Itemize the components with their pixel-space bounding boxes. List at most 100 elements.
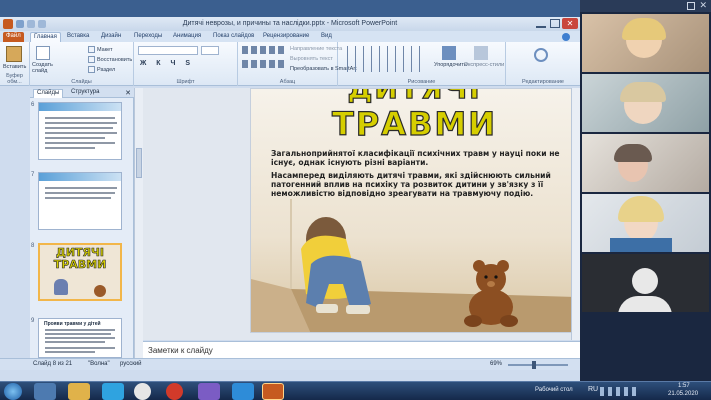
thumb-number: 6 <box>31 102 35 108</box>
participant-video-2[interactable] <box>582 74 709 132</box>
quick-styles-button[interactable]: Экспресс-стили <box>464 62 504 68</box>
slide-paragraph-2[interactable]: Насамперед виділяють дитячі травми, які … <box>271 171 571 198</box>
thumb-text-line <box>45 137 105 139</box>
participant-hair <box>622 18 666 40</box>
paste-button[interactable]: Вставить <box>3 64 26 70</box>
slide-thumbnail-9[interactable]: Прояви травми у дітей <box>38 318 122 358</box>
slide-thumbnail-6[interactable] <box>38 102 122 160</box>
close-button[interactable]: ✕ <box>562 18 578 29</box>
close-icon[interactable]: ✕ <box>699 0 707 11</box>
zoom-slider-thumb[interactable] <box>532 361 536 369</box>
skype-icon[interactable] <box>102 383 124 400</box>
editor-vertical-scrollbar[interactable] <box>571 88 580 340</box>
maximize-button[interactable] <box>550 19 560 28</box>
thumbnails-scrollbar[interactable] <box>134 88 143 358</box>
align-buttons-icon[interactable] <box>242 60 286 68</box>
tab-slideshow[interactable]: Показ слайдов <box>210 32 257 42</box>
chrome-icon[interactable] <box>134 383 151 400</box>
thumb-text-line <box>45 142 115 144</box>
notes-placeholder: Заметки к слайду <box>148 346 213 355</box>
clock-time[interactable]: 1:57 <box>678 383 690 389</box>
zoom-slider[interactable] <box>508 364 568 366</box>
close-pane-icon[interactable]: ✕ <box>125 89 131 97</box>
video-panel-header: ✕ <box>580 0 711 12</box>
thumb-child-figure <box>54 279 68 295</box>
arrange-icon[interactable] <box>442 46 456 60</box>
quick-styles-icon[interactable] <box>474 46 488 60</box>
thumb-text-line <box>45 333 111 335</box>
tab-outline[interactable]: Структура <box>68 89 102 98</box>
tab-design[interactable]: Дизайн <box>98 32 124 42</box>
file-explorer-icon[interactable] <box>68 383 90 400</box>
thumb-wave-decoration <box>39 103 121 111</box>
tab-review[interactable]: Рецензирование <box>260 32 312 42</box>
font-size-box[interactable] <box>201 46 219 55</box>
language-indicator[interactable]: RU <box>588 386 598 393</box>
text-direction-button[interactable]: Направление текста <box>290 46 342 52</box>
slide-thumbnail-7[interactable] <box>38 172 122 230</box>
thumb-text-line <box>45 132 117 134</box>
clock-date[interactable]: 21.05.2020 <box>668 391 698 397</box>
tab-home[interactable]: Главная <box>30 32 61 42</box>
arrange-button[interactable]: Упорядочить <box>434 62 467 68</box>
editor-canvas: ДИТЯЧІ ТРАВМИ Загальноприйнятої класифік… <box>143 88 580 340</box>
thumb9-heading: Прояви травми у дітей <box>44 321 101 327</box>
tray-icons[interactable] <box>600 387 640 396</box>
tab-animations[interactable]: Анимация <box>170 32 204 42</box>
status-zoom[interactable]: 69% <box>490 361 502 367</box>
participant-hair <box>620 82 666 102</box>
list-buttons-icon[interactable] <box>242 46 286 54</box>
thumb-wave-decoration <box>39 173 121 181</box>
avatar-head <box>632 268 658 294</box>
new-slide-button[interactable]: Создать слайд <box>32 62 58 74</box>
viber-icon[interactable] <box>198 383 220 400</box>
group-label-clipboard: Буфер обм... <box>6 73 23 85</box>
thumb-text-line <box>45 337 115 339</box>
current-slide[interactable]: ДИТЯЧІ ТРАВМИ Загальноприйнятої класифік… <box>250 88 577 333</box>
minimize-button[interactable] <box>536 19 546 28</box>
maximize-icon[interactable] <box>687 2 695 10</box>
group-label-editing: Редактирование <box>522 79 564 85</box>
powerpoint-window: Дитячі неврозы, и причины та наслідки.pp… <box>0 0 580 381</box>
reset-button[interactable]: Восстановить <box>88 56 132 63</box>
thumb-number: 9 <box>31 318 35 324</box>
group-clipboard: Вставить Буфер обм... <box>0 42 30 86</box>
status-theme: "Волна" <box>88 361 110 367</box>
new-slide-icon[interactable] <box>36 46 50 60</box>
align-text-button[interactable]: Выровнять текст <box>290 56 333 62</box>
shapes-gallery[interactable] <box>344 46 420 72</box>
participant-video-3[interactable] <box>582 134 709 192</box>
tab-transitions[interactable]: Переходы <box>131 32 165 42</box>
tab-slides[interactable]: Слайды <box>33 89 64 98</box>
notes-pane[interactable]: Заметки к слайду <box>143 341 580 358</box>
taskbar: Рабочий стол RU 1:57 21.05.2020 <box>0 381 711 400</box>
title-bar: Дитячі неврозы, и причины та наслідки.pp… <box>0 17 580 31</box>
paste-icon[interactable] <box>6 46 22 62</box>
scrollbar-thumb[interactable] <box>136 148 142 178</box>
powerpoint-taskbar-icon[interactable] <box>262 383 284 400</box>
slide-thumbnail-8[interactable]: ДИТЯЧІ ТРАВМИ <box>38 243 122 301</box>
find-icon[interactable] <box>534 48 548 62</box>
layout-button[interactable]: Макет <box>88 46 113 53</box>
participant-video-1[interactable] <box>582 14 709 72</box>
group-label-slides: Слайды <box>71 79 92 85</box>
tab-file[interactable]: Файл <box>3 32 24 42</box>
desktop-label[interactable]: Рабочий стол <box>535 387 573 393</box>
section-button[interactable]: Раздел <box>88 66 115 73</box>
slide-title-top[interactable]: ДИТЯЧІ <box>251 89 576 103</box>
help-icon[interactable] <box>562 33 570 41</box>
group-drawing: Упорядочить Экспресс-стили Рисование <box>338 42 506 86</box>
status-language[interactable]: русский <box>120 361 142 367</box>
opera-icon[interactable] <box>166 383 183 400</box>
slide-title-bottom[interactable]: ТРАВМИ <box>251 106 576 141</box>
tab-insert[interactable]: Вставка <box>64 32 92 42</box>
zoom-app-icon[interactable] <box>232 383 254 400</box>
font-format-buttons[interactable]: Ж К Ч S <box>140 60 194 67</box>
media-player-icon[interactable] <box>34 383 56 400</box>
start-button[interactable] <box>4 383 22 400</box>
participant-video-4[interactable] <box>582 194 709 252</box>
slide-paragraph-1[interactable]: Загальноприйнятої класифікації психічних… <box>271 149 571 167</box>
tab-view[interactable]: Вид <box>318 32 335 42</box>
font-name-box[interactable] <box>138 46 198 55</box>
participant-video-5[interactable] <box>582 254 709 312</box>
